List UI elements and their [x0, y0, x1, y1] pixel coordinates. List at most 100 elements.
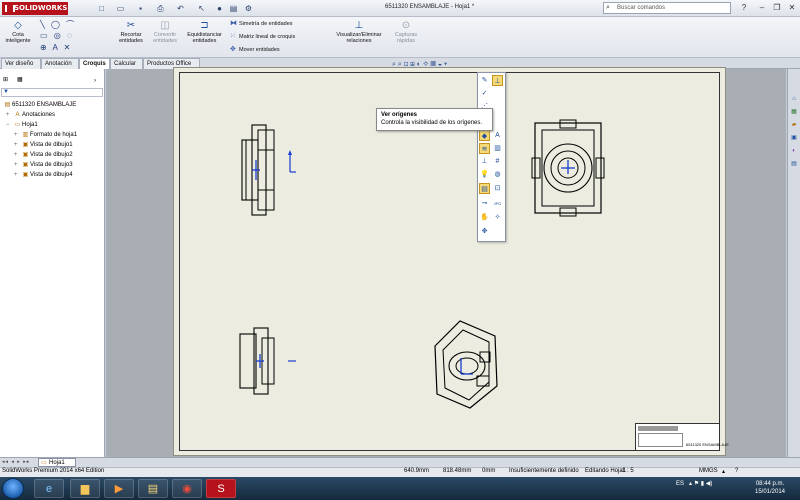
drawing-view-4-isometric[interactable]	[425, 316, 505, 411]
custom-properties-icon[interactable]: ▤	[789, 159, 799, 169]
tree-filter-input[interactable]	[1, 88, 103, 97]
expand-icon[interactable]: +	[14, 150, 21, 160]
view-curves-icon[interactable]: ≋	[479, 143, 490, 154]
status-edition: SolidWorks Premium 2014 x64 Edition	[2, 468, 105, 474]
panel-expand-icon[interactable]: ›	[94, 78, 96, 84]
open-folder-icon[interactable]: ▭	[115, 3, 126, 14]
design-library-icon[interactable]: ▦	[789, 107, 799, 117]
tab-anotacion[interactable]: Anotación	[41, 58, 79, 69]
system-clock[interactable]: 08:44 p.m. 15/01/2014	[746, 480, 794, 496]
units-menu-icon[interactable]: ▴	[722, 468, 725, 475]
media-player-icon[interactable]: ▶	[104, 479, 134, 498]
tree-item-hoja1[interactable]: − ▭ Hoja1	[6, 120, 38, 130]
save-icon[interactable]: ▪	[135, 3, 146, 14]
drawing-view-2-front[interactable]	[530, 118, 606, 218]
help-status-icon[interactable]: ?	[735, 468, 738, 474]
expand-icon[interactable]: +	[14, 170, 21, 180]
view-cameras-icon[interactable]: ◍	[492, 169, 503, 180]
system-tray[interactable]: ES ▴ ⚑ ▮ ◀)	[676, 480, 712, 487]
tab-ver-diseno[interactable]: Ver diseño	[1, 58, 41, 69]
file-explorer-taskbar-icon[interactable]: ▆	[70, 479, 100, 498]
tree-item-vista-dibujo3[interactable]: + ▣ Vista de dibujo3	[14, 160, 73, 170]
drawing-view-1-side[interactable]	[232, 120, 312, 220]
view-weld-symbols-icon[interactable]: ✋	[479, 212, 490, 223]
feature-tree-tab-icon[interactable]: ⊞	[3, 76, 8, 83]
collapse-icon[interactable]: −	[6, 120, 13, 130]
heads-up-view-toolbar[interactable]: ⌕⌕⊡⊞◐✧▦◒▾	[392, 61, 510, 71]
language-indicator[interactable]: ES	[676, 481, 684, 487]
filter-icon: ▼	[3, 89, 9, 95]
tree-item-vista-dibujo2[interactable]: + ▣ Vista de dibujo2	[14, 150, 73, 160]
status-scale[interactable]: 1 : 5	[622, 468, 634, 474]
quick-snaps-button[interactable]: ⊙ Capturas rápidas	[390, 20, 422, 44]
expand-icon[interactable]: +	[14, 130, 21, 140]
tooltip-ver-origenes: Ver orígenes Controla la visibilidad de …	[376, 108, 493, 131]
file-explorer-icon[interactable]: ▰	[789, 120, 799, 130]
view-sketches-icon[interactable]: ◆	[479, 130, 490, 141]
view-all-types-icon[interactable]: ✥	[479, 226, 490, 237]
view-origins-icon[interactable]: ⊥	[492, 75, 503, 86]
view-light-effects-icon[interactable]: ✧	[492, 212, 503, 223]
move-entities-button[interactable]: ✥ Mover entidades	[230, 45, 280, 53]
start-button[interactable]	[2, 478, 24, 499]
view-decals-icon[interactable]: ▤	[479, 183, 490, 194]
minimize-button[interactable]: –	[756, 2, 768, 14]
select-arrow-icon[interactable]: ↖	[196, 3, 207, 14]
search-input[interactable]: Buscar comandos	[603, 2, 731, 14]
tab-calcular[interactable]: Calcular	[110, 58, 143, 69]
view-grid-icon[interactable]: #	[492, 156, 503, 167]
expand-icon[interactable]: +	[6, 110, 13, 120]
resources-icon[interactable]: ⌂	[789, 94, 799, 104]
new-document-icon[interactable]: □	[96, 3, 107, 14]
property-manager-tab-icon[interactable]: ▦	[17, 76, 23, 83]
options-gear-icon[interactable]: ⚙	[243, 3, 254, 14]
tree-item-anotaciones[interactable]: + A Anotaciones	[6, 110, 55, 120]
offset-entities-button[interactable]: ⊐ Equidistanciar entidades	[183, 20, 226, 44]
view-axes-icon[interactable]: ✎	[479, 75, 490, 86]
mirror-entities-button[interactable]: ⧓ Simetría de entidades	[230, 19, 293, 27]
restore-button[interactable]: ❐	[771, 2, 783, 14]
expand-icon[interactable]: +	[14, 140, 21, 150]
sheet-format-icon: ▥	[22, 132, 29, 138]
offset-icon: ⊐	[200, 20, 209, 31]
tree-item-formato-hoja1[interactable]: + ▥ Formato de hoja1	[14, 130, 77, 140]
view-annotations-icon[interactable]: A	[492, 130, 503, 141]
notepad-icon[interactable]: ▤	[138, 479, 168, 498]
solidworks-taskbar-icon[interactable]: S	[206, 479, 236, 498]
sheet-icon: ▭	[14, 122, 21, 128]
sheet-navigation-arrows[interactable]: ◂◂ ◂ ▸ ▸▸	[2, 459, 30, 465]
view-jpg-icon[interactable]: JPG	[492, 198, 503, 209]
trim-entities-button[interactable]: ✂ Recortar entidades	[114, 20, 148, 44]
view-routes-icon[interactable]: ▥	[492, 143, 503, 154]
chrome-icon[interactable]: ◉	[172, 479, 202, 498]
appearances-icon[interactable]: ◐	[789, 146, 799, 156]
help-icon[interactable]: ?	[738, 2, 750, 14]
sketch-line-tools[interactable]: ╲ ◯ ⌒	[40, 19, 76, 30]
view-weld-beads-icon[interactable]: ⊸	[479, 198, 490, 209]
internet-explorer-icon[interactable]: e	[34, 479, 64, 498]
smart-dimension-button[interactable]: ◇ Cota inteligente	[2, 20, 34, 44]
drawing-view-3-side[interactable]	[236, 326, 296, 396]
status-units[interactable]: MMGS	[699, 468, 718, 474]
tree-item-vista-dibujo4[interactable]: + ▣ Vista de dibujo4	[14, 170, 73, 180]
expand-icon[interactable]: +	[14, 160, 21, 170]
view-lights-icon[interactable]: 💡	[479, 169, 490, 180]
undo-icon[interactable]: ↶	[175, 3, 186, 14]
view-sketch-relations-icon[interactable]: ⊡	[492, 183, 503, 194]
tree-item-vista-dibujo1[interactable]: + ▣ Vista de dibujo1	[14, 140, 73, 150]
view-planes-icon[interactable]: ✓	[479, 88, 490, 99]
rebuild-icon[interactable]: ●	[214, 3, 225, 14]
tree-root[interactable]: ▤ 6511320 ENSAMBLAJE	[3, 100, 77, 110]
view-palette-icon[interactable]: ▣	[789, 133, 799, 143]
tab-croquis[interactable]: Croquis	[79, 58, 110, 69]
view-dimensions-icon[interactable]: ⊥	[479, 156, 490, 167]
sketch-extra-tools[interactable]: ⊕ A ✕	[40, 43, 72, 52]
display-delete-relations-button[interactable]: ⊥ Visualizar/Eliminar relaciones	[330, 20, 388, 44]
close-button[interactable]: ✕	[786, 2, 798, 14]
print-icon[interactable]: ⎙	[155, 3, 166, 14]
linear-pattern-button[interactable]: ⁙ Matriz lineal de croquis	[230, 32, 295, 40]
solidworks-logo[interactable]: SOLIDWORKS	[2, 2, 68, 15]
convert-entities-button[interactable]: ◫ Convertir entidades	[148, 20, 182, 44]
file-properties-icon[interactable]: ▤	[228, 3, 239, 14]
sketch-shape-tools[interactable]: ▭ ◎ ◌	[40, 31, 74, 40]
